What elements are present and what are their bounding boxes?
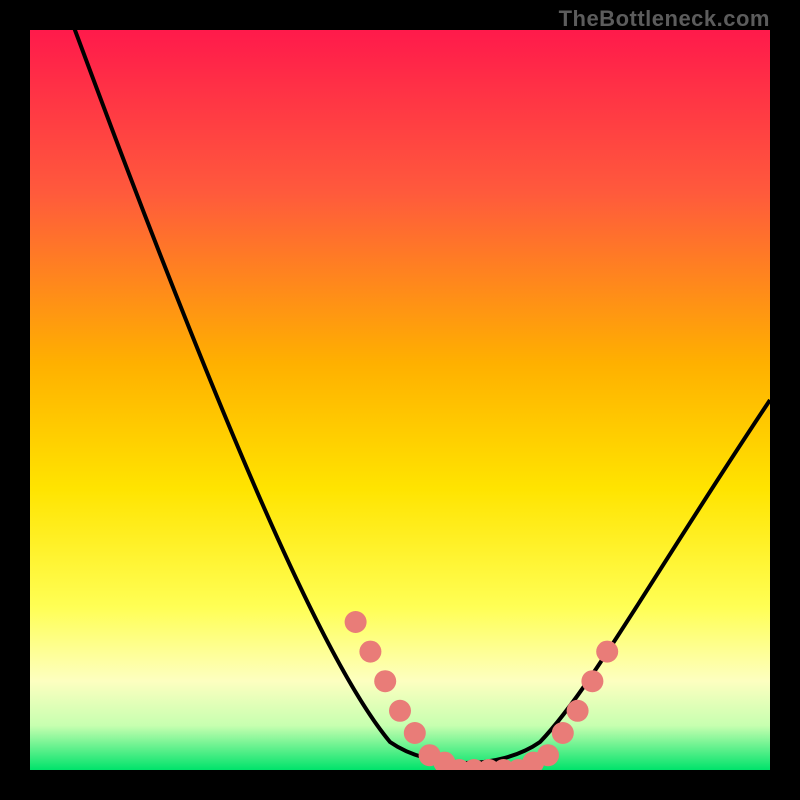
highlight-dot (345, 611, 367, 633)
highlight-dot (389, 700, 411, 722)
highlight-dot (567, 700, 589, 722)
chart-svg (30, 30, 770, 770)
highlight-dot (404, 722, 426, 744)
chart-frame (30, 30, 770, 770)
highlight-dot (552, 722, 574, 744)
watermark-text: TheBottleneck.com (559, 6, 770, 32)
highlight-dot (374, 670, 396, 692)
highlight-dot (537, 744, 559, 766)
highlight-dot (359, 641, 381, 663)
gradient-background (30, 30, 770, 770)
highlight-dot (596, 641, 618, 663)
highlight-dot (581, 670, 603, 692)
